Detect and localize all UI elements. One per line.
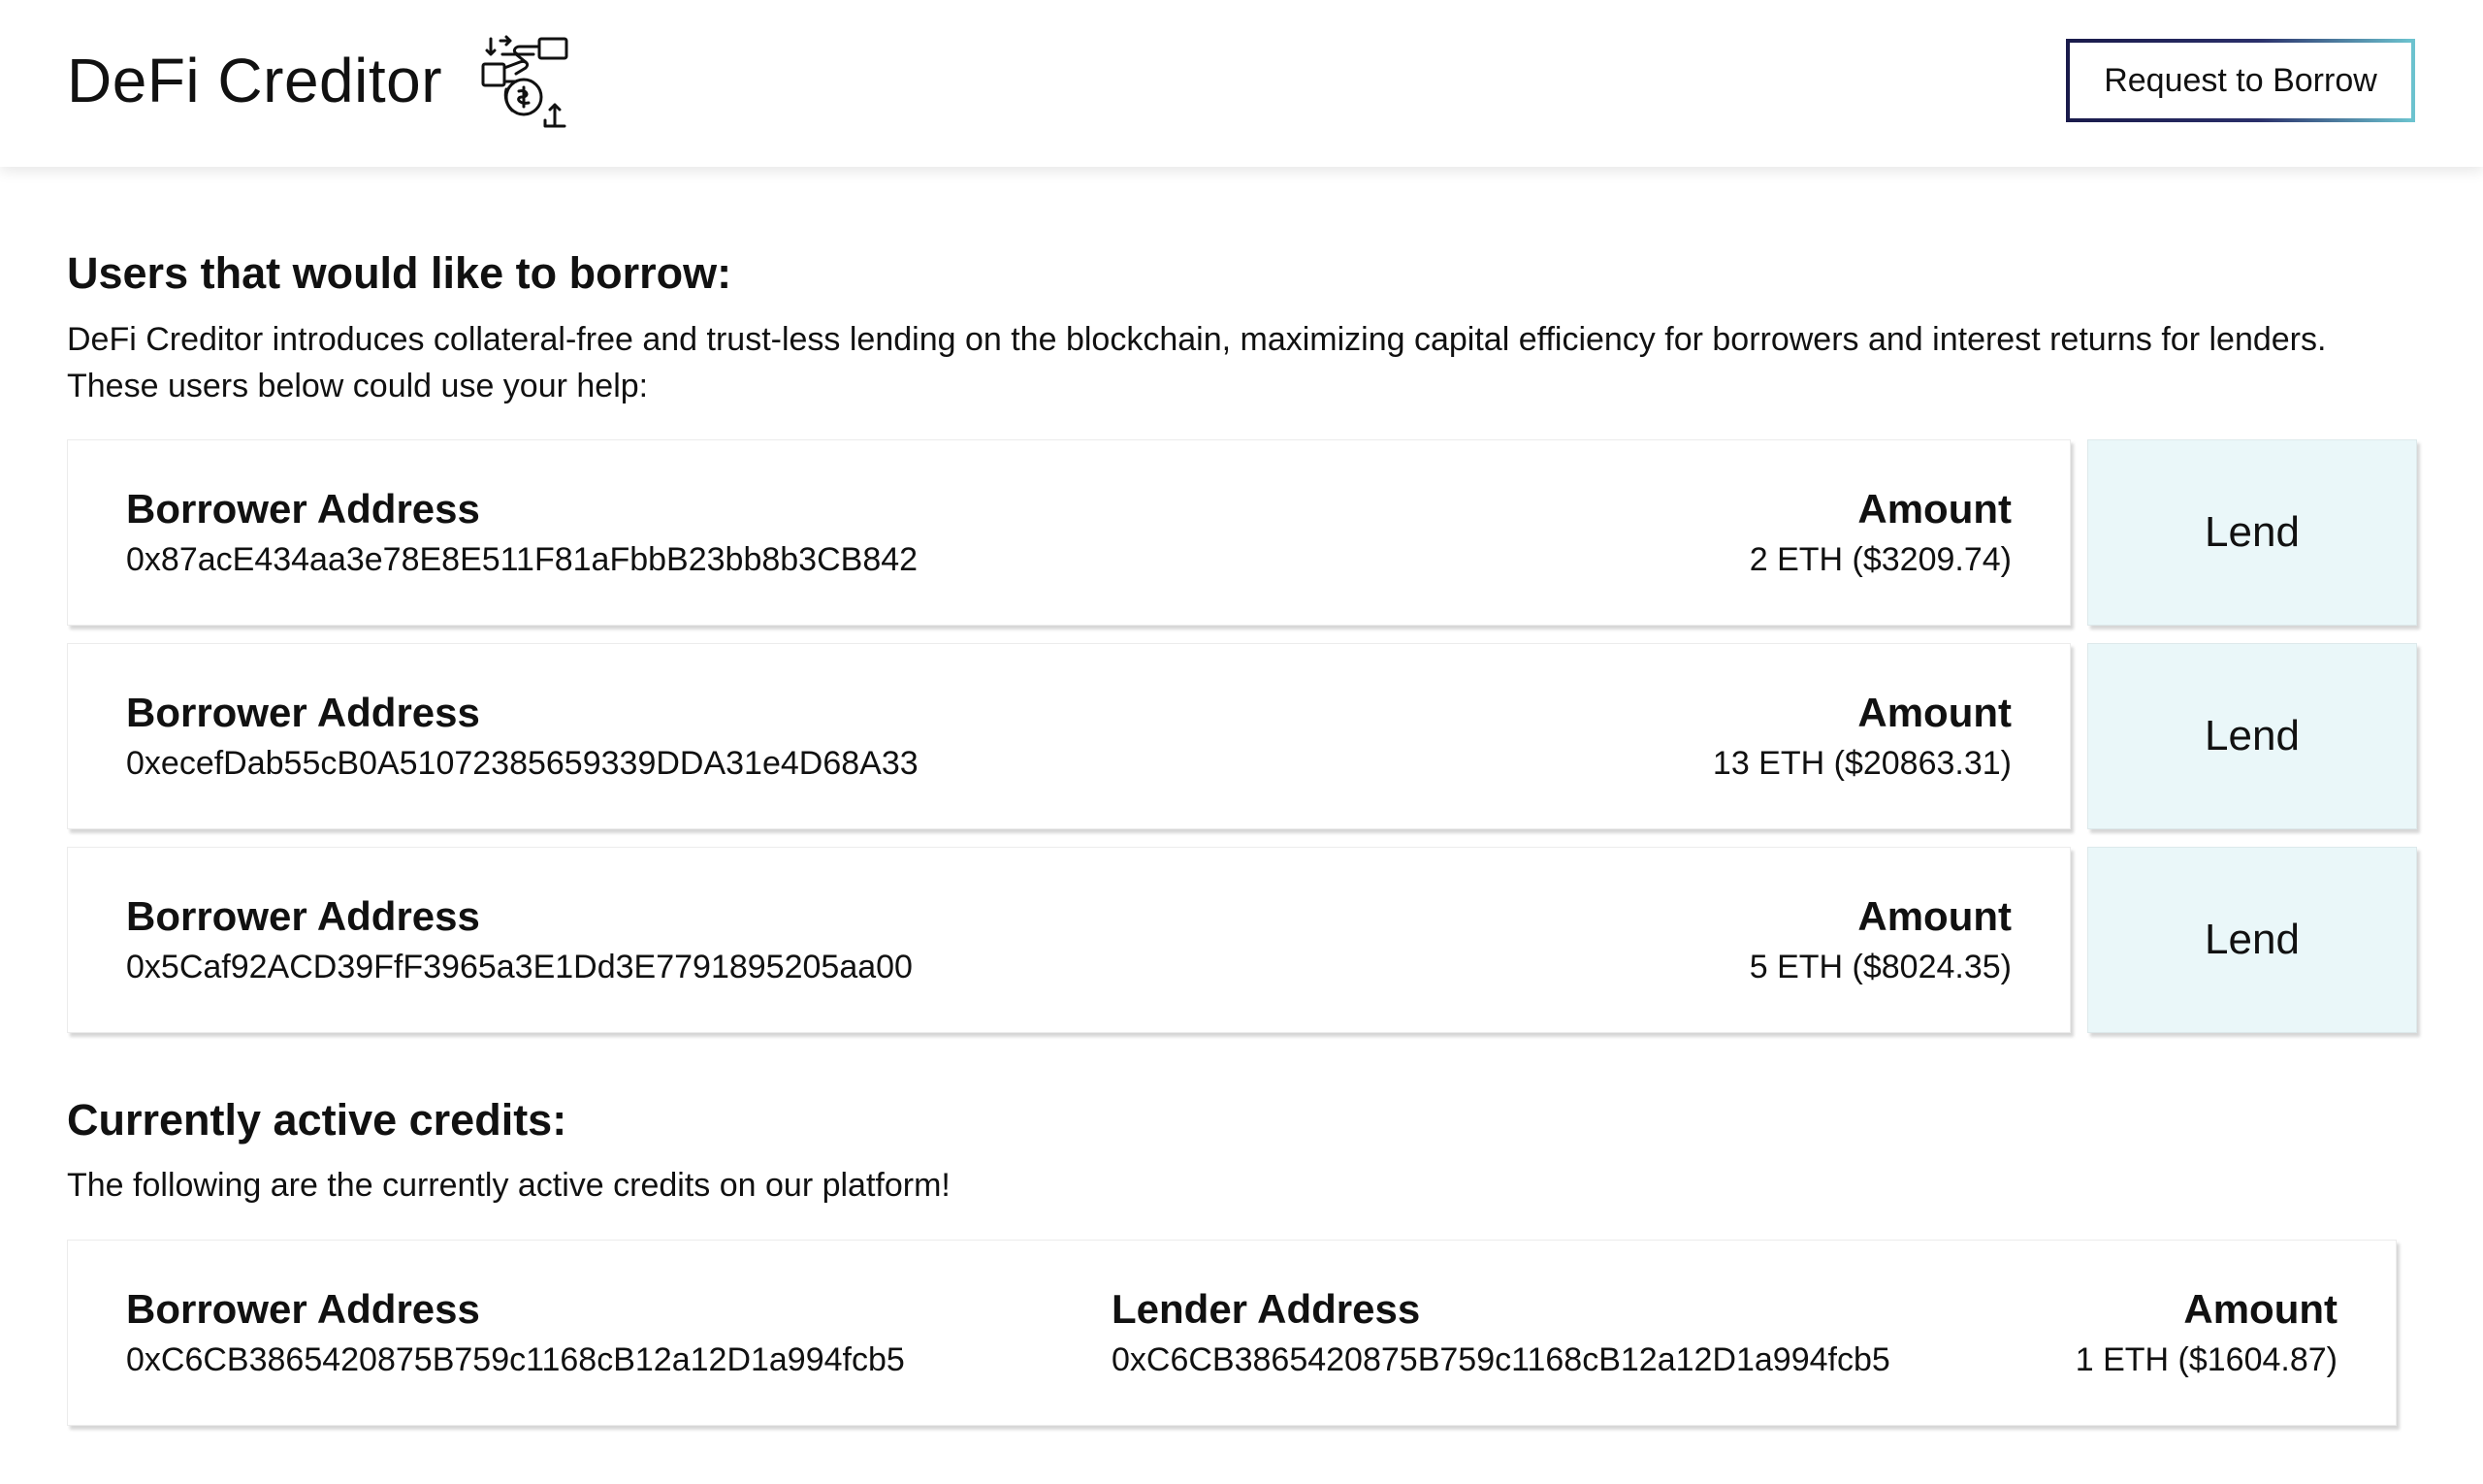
amount-label: Amount [1857,690,2012,735]
borrower-address-value: 0xC6CB3865420875B759c1168cB12a12D1a994fc… [126,1341,905,1378]
borrow-request-card: Borrower Address 0x87acE434aa3e78E8E511F… [67,439,2071,626]
amount-label: Amount [1857,893,2012,939]
lender-address-value: 0xC6CB3865420875B759c1168cB12a12D1a994fc… [1112,1341,1890,1378]
borrower-address-value: 0x87acE434aa3e78E8E511F81aFbbB23bb8b3CB8… [126,541,919,578]
borrower-address-value: 0x5Caf92ACD39FfF3965a3E1Dd3E7791895205aa… [126,949,913,985]
borrow-request-card: Borrower Address 0xecefDab55cB0A51072385… [67,643,2071,829]
handshake-coins-icon [481,35,568,128]
amount-label: Amount [1857,486,2012,532]
lend-button[interactable]: Lend [2087,643,2417,829]
active-credits-description: The following are the currently active c… [67,1167,951,1204]
borrow-section-description: DeFi Creditor introduces collateral-free… [67,321,2327,404]
borrower-address-value: 0xecefDab55cB0A51072385659339DDA31e4D68A… [126,745,919,782]
amount-value: 5 ETH ($8024.35) [1749,949,2012,985]
active-credit-card: Borrower Address 0xC6CB3865420875B759c11… [67,1240,2397,1426]
lender-address-label: Lender Address [1112,1286,1421,1332]
app-title[interactable]: DeFi Creditor [67,37,442,124]
amount-value: 13 ETH ($20863.31) [1712,745,2012,782]
borrower-address-label: Borrower Address [126,690,480,735]
amount-value: 1 ETH ($1604.87) [2075,1341,2338,1378]
top-navbar: DeFi Creditor Request to Borrow [0,0,2483,167]
borrower-address-label: Borrower Address [126,486,480,532]
amount-label: Amount [2183,1286,2338,1332]
lend-button[interactable]: Lend [2087,439,2417,626]
amount-value: 2 ETH ($3209.74) [1749,541,2012,578]
borrower-address-label: Borrower Address [126,893,480,939]
borrow-section-title: Users that would like to borrow: [67,248,732,298]
borrow-request-card: Borrower Address 0x5Caf92ACD39FfF3965a3E… [67,847,2071,1033]
request-to-borrow-button[interactable]: Request to Borrow [2066,39,2415,122]
lend-button[interactable]: Lend [2087,847,2417,1033]
borrower-address-label: Borrower Address [126,1286,480,1332]
active-credits-title: Currently active credits: [67,1095,567,1145]
